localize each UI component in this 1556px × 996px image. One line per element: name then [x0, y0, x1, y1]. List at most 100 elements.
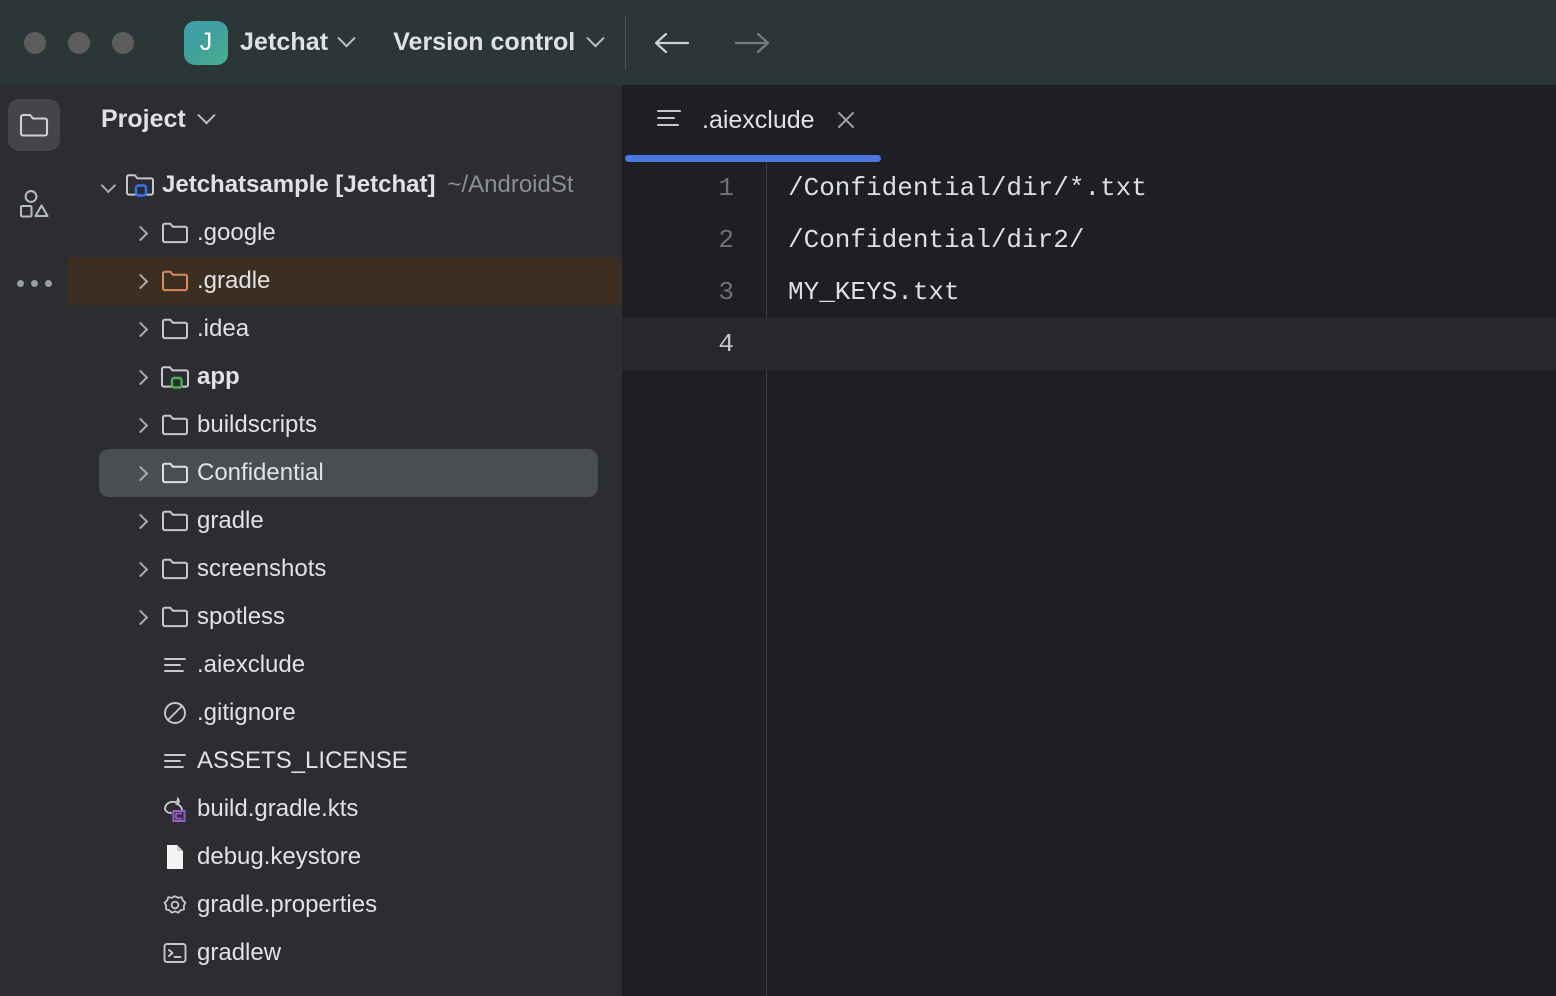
shell-script-icon [157, 941, 193, 965]
tree-row-google[interactable]: .google [68, 209, 622, 257]
gradle-kotlin-file-icon [157, 796, 193, 822]
tree-row-gradle-properties[interactable]: gradle.properties [68, 881, 622, 929]
expand-arrow[interactable] [123, 228, 157, 239]
module-folder-green-icon [157, 364, 193, 390]
navigation-buttons [645, 0, 779, 85]
folder-icon [157, 221, 193, 245]
title-bar: J Jetchat Version control [0, 0, 1556, 85]
expand-arrow[interactable] [123, 372, 157, 383]
code-editor[interactable]: 1 /Confidential/dir/*.txt 2 /Confidentia… [622, 162, 1556, 996]
project-name: Jetchat [240, 28, 328, 57]
activity-item-project[interactable] [8, 99, 60, 151]
app-logo: J [184, 21, 228, 65]
tree-row-build-gradle-kts[interactable]: build.gradle.kts [68, 785, 622, 833]
project-selector[interactable]: J Jetchat [184, 21, 353, 65]
chevron-down-icon [587, 29, 605, 47]
line-number: 4 [622, 329, 766, 359]
folder-icon [157, 461, 193, 485]
activity-bar [0, 85, 68, 996]
tree-row-assets-license[interactable]: ASSETS_LICENSE [68, 737, 622, 785]
editor-area: .aiexclude 1 /Confidential/dir/*.txt 2 /… [622, 85, 1556, 996]
navigate-back-button[interactable] [645, 16, 699, 70]
version-control-label: Version control [393, 28, 575, 57]
code-line[interactable]: 1 /Confidential/dir/*.txt [622, 162, 1556, 214]
chevron-down-icon [338, 29, 356, 47]
tree-row-app[interactable]: app [68, 353, 622, 401]
tree-row-spotless[interactable]: spotless [68, 593, 622, 641]
tree-row-screenshots[interactable]: screenshots [68, 545, 622, 593]
minimize-window-button[interactable] [68, 32, 90, 54]
code-line[interactable]: 2 /Confidential/dir2/ [622, 214, 1556, 266]
expand-arrow[interactable] [123, 276, 157, 287]
close-window-button[interactable] [24, 32, 46, 54]
navigate-forward-button[interactable] [725, 16, 779, 70]
tree-row-label: screenshots [197, 555, 326, 583]
text-file-icon [157, 750, 193, 772]
editor-tab-strip: .aiexclude [622, 85, 1556, 162]
activity-item-more[interactable] [8, 257, 60, 309]
active-tab-indicator [625, 155, 881, 162]
expand-arrow[interactable] [123, 516, 157, 527]
project-path: ~/AndroidSt [447, 171, 573, 199]
editor-tab-aiexclude[interactable]: .aiexclude [640, 85, 873, 155]
more-dots-icon [17, 280, 52, 287]
tree-row-buildscripts[interactable]: buildscripts [68, 401, 622, 449]
toolbar-divider [625, 16, 626, 70]
ide-window: J Jetchat Version control [0, 0, 1556, 996]
shapes-icon [18, 189, 50, 219]
expand-arrow[interactable] [123, 612, 157, 623]
arrow-left-icon [652, 32, 692, 54]
folder-icon [157, 557, 193, 581]
blank-file-icon [157, 843, 193, 871]
tree-row-gitignore[interactable]: .gitignore [68, 689, 622, 737]
editor-tab-label: .aiexclude [702, 106, 815, 135]
text-file-icon [654, 106, 684, 135]
project-panel-header[interactable]: Project [68, 85, 622, 153]
tree-row-label: gradlew [197, 939, 281, 967]
tree-row-label: Confidential [197, 459, 324, 487]
line-number: 1 [622, 173, 766, 203]
tree-row-aiexclude[interactable]: .aiexclude [68, 641, 622, 689]
expand-arrow[interactable] [123, 324, 157, 335]
folder-icon [157, 509, 193, 533]
expand-arrow[interactable] [123, 420, 157, 431]
code-line[interactable]: 3 MY_KEYS.txt [622, 266, 1556, 318]
tree-row-label: .idea [197, 315, 249, 343]
expand-arrow[interactable] [123, 564, 157, 575]
tree-row-label: .aiexclude [197, 651, 305, 679]
tree-row-label: build.gradle.kts [197, 795, 358, 823]
tree-row-gradle-dir[interactable]: .gradle [68, 257, 622, 305]
tree-row-project-root[interactable]: Jetchatsample [Jetchat] ~/AndroidSt [68, 161, 622, 209]
activity-item-structure[interactable] [8, 178, 60, 230]
panel-title: Project [101, 105, 186, 134]
tree-row-gradlew[interactable]: gradlew [68, 929, 622, 977]
line-number: 2 [622, 225, 766, 255]
maximize-window-button[interactable] [112, 32, 134, 54]
folder-icon [157, 605, 193, 629]
text-file-icon [157, 654, 193, 676]
line-text: MY_KEYS.txt [766, 277, 960, 307]
app-logo-letter: J [200, 28, 213, 57]
tree-row-label: buildscripts [197, 411, 317, 439]
tree-row-label: gradle [197, 507, 264, 535]
tree-row-idea[interactable]: .idea [68, 305, 622, 353]
window-controls [24, 32, 134, 54]
line-text: /Confidential/dir2/ [766, 225, 1084, 255]
close-icon[interactable] [833, 107, 859, 133]
line-number: 3 [622, 277, 766, 307]
ignore-file-icon [157, 700, 193, 726]
arrow-right-icon [732, 32, 772, 54]
tree-row-label: Jetchatsample [Jetchat] [162, 171, 435, 199]
folder-icon [18, 111, 50, 139]
expand-arrow[interactable] [123, 468, 157, 479]
code-line-current[interactable]: 4 [622, 318, 1556, 370]
folder-orange-icon [157, 269, 193, 293]
tree-row-confidential[interactable]: Confidential [68, 449, 622, 497]
tree-row-gradle[interactable]: gradle [68, 497, 622, 545]
tree-row-label: gradle.properties [197, 891, 377, 919]
tree-row-debug-keystore[interactable]: debug.keystore [68, 833, 622, 881]
folder-icon [157, 317, 193, 341]
tree-row-label: debug.keystore [197, 843, 361, 871]
version-control-selector[interactable]: Version control [393, 28, 602, 57]
expand-arrow[interactable] [88, 180, 122, 191]
